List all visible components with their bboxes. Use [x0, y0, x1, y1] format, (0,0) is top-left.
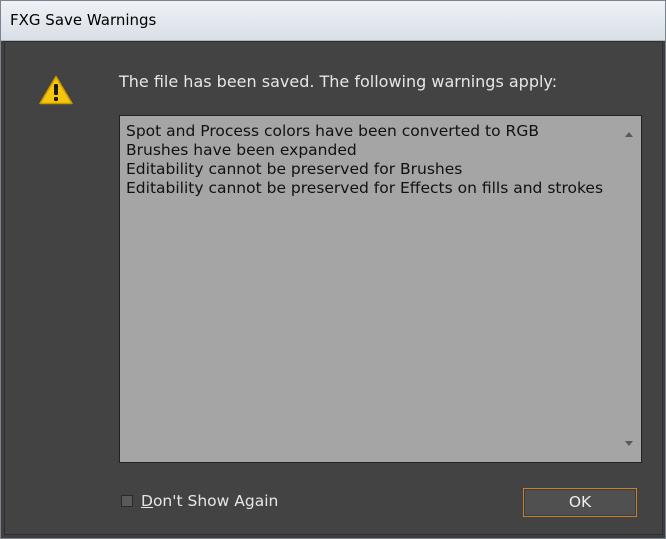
- ok-button[interactable]: OK: [523, 488, 637, 517]
- list-item: Editability cannot be preserved for Effe…: [126, 179, 604, 197]
- window-title: FXG Save Warnings: [10, 11, 157, 29]
- title-bar[interactable]: FXG Save Warnings: [1, 1, 665, 41]
- list-item: Brushes have been expanded: [126, 141, 357, 159]
- dont-show-again-checkbox[interactable]: [121, 495, 133, 507]
- list-item: Spot and Process colors have been conver…: [126, 122, 539, 140]
- vertical-scrollbar[interactable]: [619, 116, 641, 462]
- dialog-body: The file has been saved. The following w…: [4, 41, 663, 535]
- dialog-window: FXG Save Warnings The file has been save…: [0, 0, 666, 539]
- dont-show-again-option[interactable]: Don't Show Again: [121, 491, 278, 511]
- warning-triangle-icon: [39, 75, 73, 105]
- warnings-list[interactable]: Spot and Process colors have been conver…: [119, 115, 642, 463]
- scroll-up-arrow-icon[interactable]: [625, 132, 633, 137]
- dont-show-again-label[interactable]: Don't Show Again: [141, 492, 278, 510]
- scroll-down-arrow-icon[interactable]: [625, 441, 633, 446]
- warnings-list-items: Spot and Process colors have been conver…: [126, 122, 606, 198]
- warning-message: The file has been saved. The following w…: [119, 72, 558, 91]
- list-item: Editability cannot be preserved for Brus…: [126, 160, 463, 178]
